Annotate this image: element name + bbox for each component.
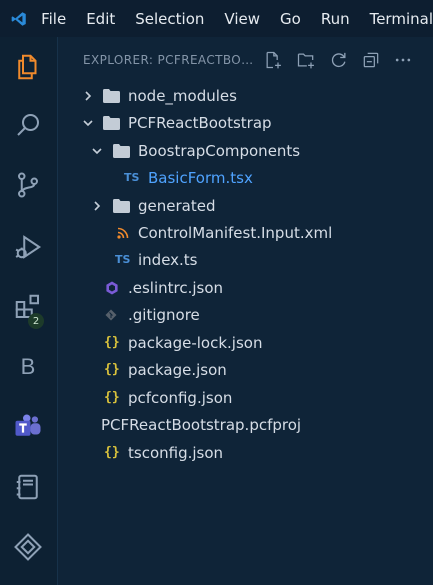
- tree-item-label: BoostrapComponents: [138, 142, 301, 160]
- tree-item-label: .eslintrc.json: [128, 279, 224, 297]
- eslint-icon: [106, 281, 118, 295]
- tree-item-label: package-lock.json: [128, 334, 263, 352]
- collapse-all-icon[interactable]: [360, 49, 382, 71]
- search-icon[interactable]: [10, 107, 46, 143]
- menu-terminal[interactable]: Terminal: [370, 10, 433, 28]
- explorer-sidebar: EXPLORER: PCFREACTBOOTSTRAP: [58, 37, 433, 585]
- explorer-title: EXPLORER: PCFREACTBOOTSTRAP: [83, 53, 258, 67]
- typescript-file-icon: TS: [115, 253, 131, 266]
- typescript-file-icon: TS: [124, 171, 140, 184]
- tree-item-label: tsconfig.json: [128, 444, 224, 462]
- tree-item-boostrapcomponents[interactable]: BoostrapComponents: [58, 138, 433, 164]
- vscode-logo-icon[interactable]: [11, 10, 27, 28]
- tree-item-label: .gitignore: [128, 306, 200, 324]
- menu-edit[interactable]: Edit: [86, 10, 115, 28]
- tree-item-label: node_modules: [128, 87, 237, 105]
- menu-view[interactable]: View: [224, 10, 260, 28]
- tree-item-generated[interactable]: generated: [58, 193, 433, 219]
- explorer-icon[interactable]: [10, 49, 46, 85]
- rss-icon: [117, 227, 129, 239]
- tree-item-pcfconfig[interactable]: {} pcfconfig.json: [58, 385, 433, 411]
- bootstrap-extension-icon[interactable]: B: [10, 349, 46, 385]
- chevron-right-icon: [94, 201, 101, 211]
- json-file-icon: {}: [104, 390, 120, 405]
- tree-item-index-ts[interactable]: TS index.ts: [58, 247, 433, 273]
- menu-run[interactable]: Run: [321, 10, 350, 28]
- tree-item-pcfproj[interactable]: PCFReactBootstrap.pcfproj: [58, 412, 433, 438]
- bootstrap-b-label: B: [20, 354, 36, 379]
- json-file-icon: {}: [104, 335, 120, 350]
- tree-item-label: generated: [138, 197, 216, 215]
- extensions-badge: 2: [28, 313, 44, 329]
- folder-open-icon: [113, 144, 130, 158]
- tree-item-basicform-tsx[interactable]: TS BasicForm.tsx: [58, 165, 433, 191]
- folder-open-icon: [103, 116, 120, 130]
- tree-item-label: pcfconfig.json: [128, 389, 233, 407]
- run-debug-icon[interactable]: [10, 229, 46, 265]
- more-actions-icon[interactable]: [392, 49, 414, 71]
- tree-item-controlmanifest[interactable]: ControlManifest.Input.xml: [58, 220, 433, 246]
- tree-item-eslintrc[interactable]: .eslintrc.json: [58, 275, 433, 301]
- folder-icon: [103, 89, 120, 103]
- tree-item-label: index.ts: [138, 251, 198, 269]
- json-file-icon: {}: [104, 445, 120, 460]
- explorer-header: EXPLORER: PCFREACTBOOTSTRAP: [58, 37, 433, 83]
- activity-bar: 2 B: [0, 37, 58, 585]
- new-folder-icon[interactable]: [295, 49, 317, 71]
- tree-item-node-modules[interactable]: node_modules: [58, 83, 433, 109]
- tree-item-label: PCFReactBootstrap: [128, 114, 272, 132]
- menu-bar: File Edit Selection View Go Run Terminal: [0, 0, 433, 37]
- menu-selection[interactable]: Selection: [135, 10, 204, 28]
- refresh-icon[interactable]: [328, 49, 350, 71]
- tree-item-label: PCFReactBootstrap.pcfproj: [101, 416, 302, 434]
- chevron-down-icon: [83, 120, 93, 127]
- chevron-right-icon: [85, 91, 92, 101]
- tree-item-tsconfig[interactable]: {} tsconfig.json: [58, 440, 433, 466]
- tree-item-gitignore[interactable]: .gitignore: [58, 302, 433, 328]
- source-control-icon[interactable]: [10, 167, 46, 203]
- tree-item-label: BasicForm.tsx: [148, 169, 253, 187]
- folder-icon: [113, 199, 130, 213]
- git-icon: [105, 309, 117, 321]
- tree-item-package-lock[interactable]: {} package-lock.json: [58, 330, 433, 356]
- tree-item-package-json[interactable]: {} package.json: [58, 357, 433, 383]
- teams-icon[interactable]: [10, 409, 46, 445]
- new-file-icon[interactable]: [262, 49, 284, 71]
- tree-item-label: package.json: [128, 361, 227, 379]
- json-file-icon: {}: [104, 362, 120, 377]
- tree-item-label: ControlManifest.Input.xml: [138, 224, 333, 242]
- power-platform-icon[interactable]: [10, 529, 46, 565]
- menu-file[interactable]: File: [41, 10, 66, 28]
- menu-go[interactable]: Go: [280, 10, 301, 28]
- chevron-down-icon: [92, 148, 102, 155]
- tree-item-pcfreactbootstrap[interactable]: PCFReactBootstrap: [58, 110, 433, 136]
- notebook-icon[interactable]: [10, 469, 46, 505]
